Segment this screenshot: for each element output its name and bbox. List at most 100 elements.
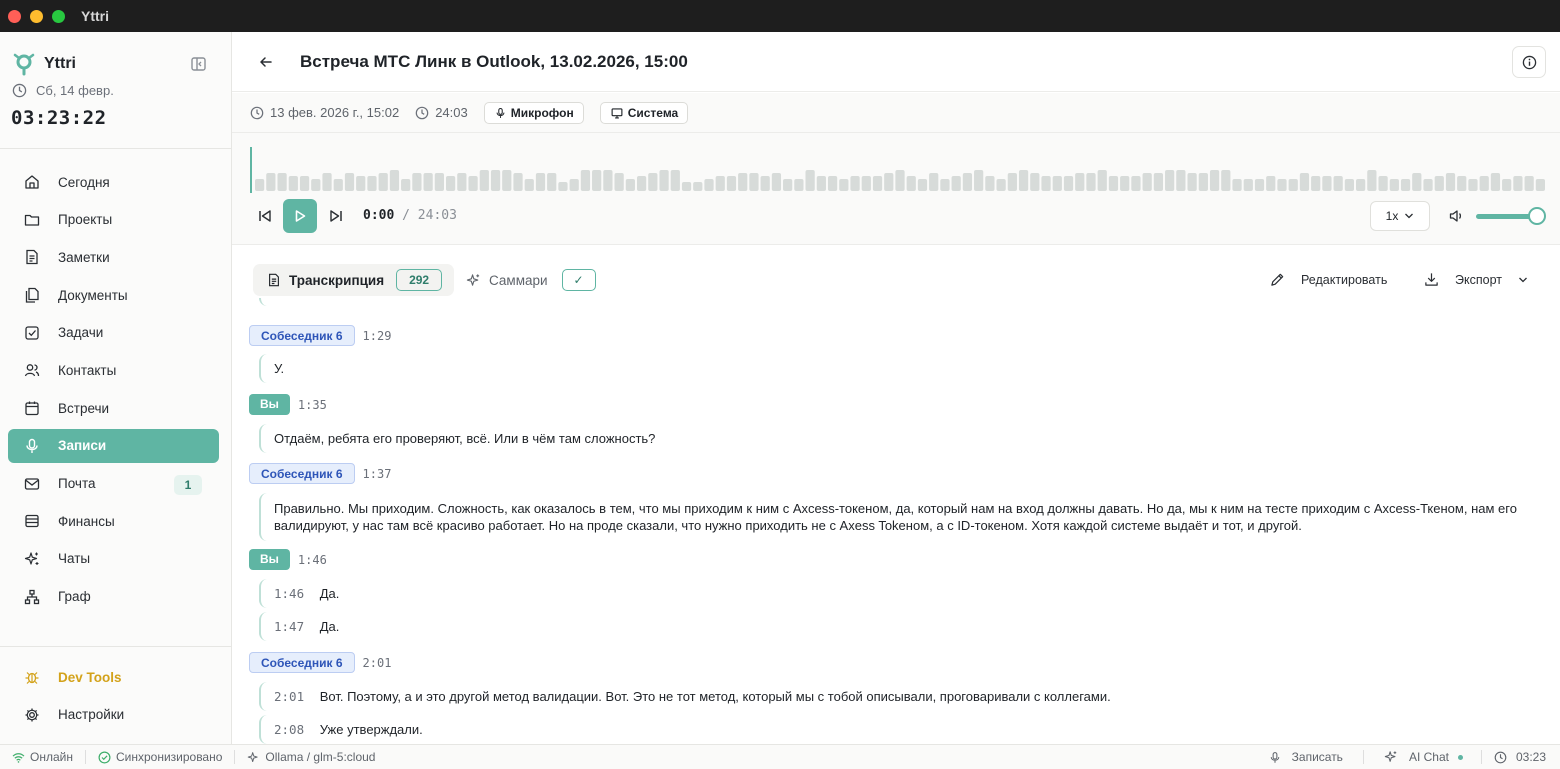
transcript-line[interactable]: 2:01 Вот. Поэтому, а и это другой метод … xyxy=(259,682,1549,711)
segment-timestamp[interactable]: 1:37 xyxy=(363,467,392,481)
status-divider xyxy=(234,750,236,764)
chevron-down-icon xyxy=(1519,277,1527,282)
playback-speed-select[interactable]: 1x xyxy=(1370,201,1430,231)
transcript-segment-header: Собеседник 6 1:29 xyxy=(249,325,391,346)
waveform-bar xyxy=(333,179,343,191)
sidebar-item-graph[interactable]: Граф xyxy=(8,580,219,614)
skip-forward-icon[interactable] xyxy=(329,209,343,223)
waveform-bar xyxy=(1457,176,1467,191)
transcript-line[interactable]: У. xyxy=(259,354,1549,383)
task-check-icon xyxy=(25,326,39,340)
waveform-bar xyxy=(1389,179,1399,191)
sidebar-item-label: Контакты xyxy=(58,362,117,378)
speaker-badge[interactable]: Собеседник 6 xyxy=(249,652,355,673)
line-timestamp[interactable]: 2:01 xyxy=(274,689,304,704)
waveform-bar xyxy=(1052,176,1062,191)
playback-time: 0:00 / 24:03 xyxy=(363,208,457,223)
waveform-bar xyxy=(760,176,770,191)
sidebar-item-settings[interactable]: Настройки xyxy=(8,698,219,732)
transcript-line[interactable]: Отдаём, ребята его проверяют, всё. Или в… xyxy=(259,424,1549,453)
clock-status: 03:23 xyxy=(1494,750,1546,764)
transcript-line[interactable]: 2:08 Уже утверждали. xyxy=(259,715,1549,744)
sidebar-item-notes[interactable]: Заметки xyxy=(8,240,219,274)
waveform-bar xyxy=(625,179,635,191)
waveform-bar xyxy=(479,170,489,191)
volume-icon[interactable] xyxy=(1449,209,1464,223)
system-chip-label: Система xyxy=(627,105,679,120)
transcript-text: Вот. Поэтому, а и это другой метод валид… xyxy=(319,689,1111,704)
line-timestamp[interactable]: 1:47 xyxy=(274,619,304,634)
waveform-bar xyxy=(580,170,591,191)
close-window-button[interactable] xyxy=(8,9,21,23)
system-source-chip[interactable]: Система xyxy=(599,101,689,124)
sidebar-item-tasks[interactable]: Задачи xyxy=(8,316,219,350)
sidebar-item-mail[interactable]: Почта 1 xyxy=(8,467,219,501)
waveform-bar xyxy=(1108,176,1119,191)
waveform-bar xyxy=(524,179,534,191)
waveform-bar xyxy=(1176,170,1186,191)
speaker-badge[interactable]: Собеседник 6 xyxy=(249,463,355,484)
waveform-bar xyxy=(1412,173,1422,191)
ai-chat-button[interactable]: AI Chat xyxy=(1384,750,1463,764)
sidebar-item-devtools[interactable]: Dev Tools xyxy=(8,660,219,694)
line-timestamp[interactable]: 1:46 xyxy=(274,586,304,601)
info-button[interactable] xyxy=(1512,46,1546,78)
transcript-line[interactable]: Правильно. Мы приходим. Сложность, как о… xyxy=(259,493,1549,541)
sidebar-item-documents[interactable]: Документы xyxy=(8,278,219,312)
play-button[interactable] xyxy=(283,199,317,233)
export-button[interactable]: Экспорт xyxy=(1424,272,1528,287)
segment-timestamp[interactable]: 2:01 xyxy=(363,656,392,670)
speaker-badge[interactable]: Вы xyxy=(249,549,290,570)
current-time: 03:23:22 xyxy=(11,107,107,129)
sidebar-item-projects[interactable]: Проекты xyxy=(8,203,219,237)
home-icon xyxy=(25,175,39,189)
waveform-bar xyxy=(603,170,613,191)
waveform-bar xyxy=(1187,173,1197,191)
waveform-bar xyxy=(1018,170,1029,191)
segment-timestamp[interactable]: 1:46 xyxy=(298,553,327,567)
edit-button[interactable]: Редактировать xyxy=(1270,272,1387,287)
waveform-bar xyxy=(1232,179,1242,191)
waveform-bar xyxy=(895,170,905,191)
sidebar-item-today[interactable]: Сегодня xyxy=(8,165,219,199)
yttri-logo-icon xyxy=(13,53,35,76)
sidebar-item-recordings[interactable]: Записи xyxy=(8,428,219,463)
waveform-bar xyxy=(951,176,961,191)
transcript-text: Уже утверждали. xyxy=(319,722,423,737)
minimize-window-button[interactable] xyxy=(30,9,43,23)
pencil-icon xyxy=(1271,273,1284,286)
record-button[interactable]: Записать xyxy=(1269,750,1343,764)
tab-transcript[interactable]: Транскрипция 292 xyxy=(253,264,454,296)
volume-slider-handle[interactable] xyxy=(1528,207,1546,225)
online-status: Онлайн xyxy=(12,750,73,764)
sidebar-item-chats[interactable]: Чаты xyxy=(8,542,219,576)
playhead-cursor[interactable] xyxy=(250,147,252,193)
sidebar-item-finance[interactable]: Финансы xyxy=(8,504,219,538)
waveform-bar xyxy=(1030,173,1040,191)
skip-back-icon[interactable] xyxy=(258,209,272,223)
zoom-window-button[interactable] xyxy=(52,9,65,23)
tab-summary[interactable]: Саммари ✓ xyxy=(466,264,596,296)
back-arrow-icon[interactable] xyxy=(258,54,274,70)
transcript-line[interactable]: 1:46 Да. xyxy=(259,579,1549,608)
line-timestamp[interactable]: 2:08 xyxy=(274,722,304,737)
waveform-bar xyxy=(389,170,400,191)
transcript-line[interactable]: 1:47 Да. xyxy=(259,612,1549,641)
waveform[interactable] xyxy=(250,147,1546,193)
waveform-bar xyxy=(423,173,433,191)
segment-timestamp[interactable]: 1:29 xyxy=(363,329,392,343)
speaker-badge[interactable]: Вы xyxy=(249,394,290,415)
collapse-sidebar-icon[interactable] xyxy=(190,56,208,72)
gear-icon xyxy=(25,708,39,722)
waveform-bar xyxy=(1063,176,1074,191)
sidebar-item-meetings[interactable]: Встречи xyxy=(8,391,219,425)
model-status[interactable]: Ollama / glm-5:cloud xyxy=(247,750,375,764)
segment-timestamp[interactable]: 1:35 xyxy=(298,398,327,412)
waveform-bar xyxy=(704,179,714,191)
speaker-badge[interactable]: Собеседник 6 xyxy=(249,325,355,346)
microphone-source-chip[interactable]: Микрофон xyxy=(483,101,584,124)
waveform-bar xyxy=(344,173,355,191)
app-window: Yttri Сб, 14 февр. 03:23:22 Сегодня Прое… xyxy=(0,32,1560,769)
sidebar-item-contacts[interactable]: Контакты xyxy=(8,353,219,387)
online-label: Онлайн xyxy=(30,750,73,764)
